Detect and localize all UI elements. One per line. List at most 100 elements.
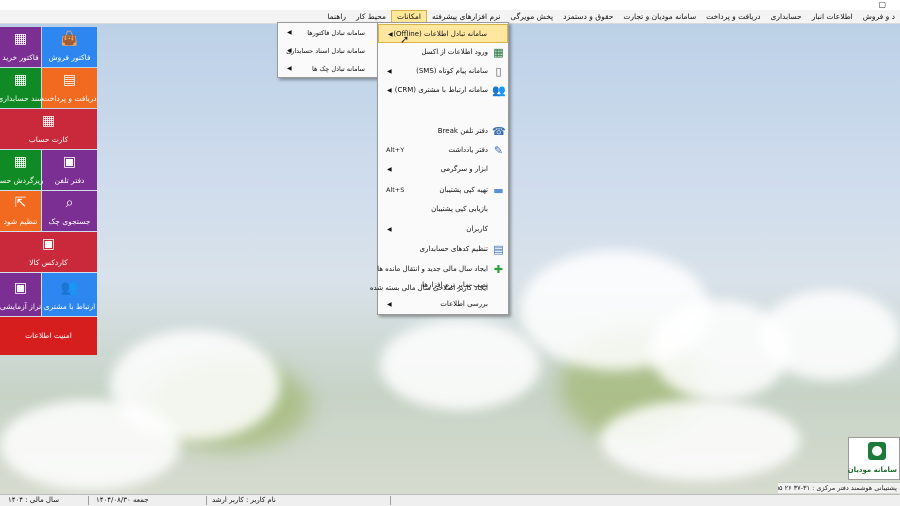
status-fiscal-year: سال مالی : ۱۴۰۴: [8, 496, 60, 504]
squares-icon: ▣: [62, 154, 77, 170]
phone-icon: ▯: [495, 65, 502, 78]
tile-crm[interactable]: 👥 ارتباط با مشتری: [42, 273, 97, 316]
menu-item-label: بررسی اطلاعات: [440, 300, 488, 308]
submenu-arrow-icon: ◀: [287, 47, 292, 54]
squares-icon: ▣: [41, 236, 56, 252]
tile-label: دریافت و پرداخت: [42, 94, 97, 103]
menu-item-excel-import[interactable]: ▦ ورود اطلاعات از اکسل: [378, 43, 508, 62]
submenu-item-doc-exchange[interactable]: سامانه تبادل اسناد حسابداری ◀: [278, 42, 377, 60]
menu-item-check-data[interactable]: بررسی اطلاعات ◀: [378, 295, 508, 314]
menu-inventory[interactable]: اطلاعات انبار: [807, 10, 858, 23]
support-contact: پشتیبانی هوشمند دفتر مرکزی : ۳۱-۳۷ ۲۶ ۵۵…: [778, 482, 900, 493]
tile-accounting-doc[interactable]: ▦ سند حسابداری: [0, 68, 44, 108]
menu-item-label: ابزار و سرگرمی: [440, 165, 488, 173]
table-icon: ▦: [41, 113, 56, 129]
tile-label: کارت حساب: [28, 135, 69, 144]
submenu-arrow-icon: ◀: [287, 65, 292, 72]
tile-label: فاکتور خرید: [2, 53, 39, 62]
menu-accounting[interactable]: حسابداری: [765, 10, 806, 23]
title-bar: ▢: [0, 0, 900, 10]
tile-label: امنیت اطلاعات: [25, 331, 72, 340]
submenu-item-invoice-exchange[interactable]: سامانه تبادل فاکتورها ◀: [278, 24, 377, 42]
tile-kardex[interactable]: ▣ کاردکس کالا: [0, 232, 97, 272]
grid-plus-icon: ▦: [13, 72, 28, 88]
grid-plus-icon: ▦: [13, 31, 28, 47]
external-icon: ⇱: [14, 195, 27, 211]
menu-item-accounting-codes[interactable]: ▤ تنظیم کدهای حسابداری: [378, 240, 508, 259]
note-icon: ✎: [493, 144, 504, 157]
backup-icon: ▬: [493, 184, 504, 197]
tile-settle[interactable]: ⇱ تنظیم شود: [0, 191, 41, 231]
taxpayer-system-logo[interactable]: سامانه مودیان: [848, 437, 900, 480]
menu-item-install-other-software[interactable]: نصب سایر نرم افزارها: [378, 276, 508, 295]
logo-label: سامانه مودیان: [847, 466, 897, 474]
tile-purchase-invoice[interactable]: ▦ فاکتور خرید: [0, 27, 41, 67]
tile-label: کاردکس کالا: [29, 258, 68, 267]
excel-icon: ▦: [493, 46, 504, 59]
menu-receive-pay[interactable]: دریافت و پرداخت: [701, 10, 765, 23]
squares-icon: ▣: [13, 280, 28, 296]
menu-distribution[interactable]: پخش مویرگی: [505, 10, 558, 23]
status-date: جمعه ۱۴۰۴/۰۸/۳۰: [96, 496, 149, 504]
submenu-arrow-icon: ◀: [387, 166, 392, 173]
submenu-item-label: سامانه تبادل فاکتورها: [307, 29, 365, 37]
submenu-arrow-icon: ◀: [387, 301, 392, 308]
mouse-cursor-icon: ➚: [400, 33, 410, 46]
tile-info-security[interactable]: امنیت اطلاعات: [0, 317, 97, 355]
menu-item-label: سامانه پیام کوتاه (SMS): [416, 67, 488, 75]
restore-window-icon[interactable]: ▢: [878, 0, 886, 10]
menu-item-restore-backup[interactable]: بازیابی کپی پشتیبان: [378, 200, 508, 219]
plus-icon: ✚: [493, 263, 504, 276]
menu-item-label: دفتر تلفن Break: [437, 127, 488, 135]
shopping-bag-icon: 👜: [60, 31, 79, 47]
tile-label: ریزگردش حسا: [0, 176, 44, 185]
menu-taxpayer-system[interactable]: سامانه مودیان و تجارت: [618, 10, 701, 23]
tile-sales-invoice[interactable]: 👜 فاکتور فروش: [42, 27, 97, 67]
tile-label: تراز آزمایشی: [0, 302, 42, 311]
background-blossom: [0, 400, 180, 490]
menu-item-label: ورود اطلاعات از اکسل: [421, 48, 488, 56]
menu-payroll[interactable]: حقوق و دستمزد: [558, 10, 618, 23]
tile-account-card[interactable]: ▦ کارت حساب: [0, 109, 97, 149]
emblem-icon: [868, 442, 886, 460]
tile-account-turnover[interactable]: ▦ ریزگردش حسا: [0, 150, 44, 190]
status-bar: سال مالی : ۱۴۰۴ جمعه ۱۴۰۴/۰۸/۳۰ نام کارب…: [0, 494, 900, 506]
menu-item-label: تهیه کپی پشتیبان: [439, 186, 488, 194]
submenu-item-cheque-exchange[interactable]: سامانه تبادل چک ها ◀: [278, 60, 377, 78]
menu-item-phonebook[interactable]: ☎ دفتر تلفن Break: [378, 122, 508, 141]
tile-trial-balance[interactable]: ▣ تراز آزمایشی: [0, 273, 41, 316]
users-icon: 👥: [60, 280, 79, 296]
menu-item-label: دفتر یادداشت: [448, 146, 488, 154]
menu-sales[interactable]: د و فروش: [858, 10, 900, 23]
calculator-icon: ▤: [62, 72, 77, 88]
submenu-arrow-icon: ◀: [387, 87, 392, 94]
background-blossom: [380, 320, 540, 410]
tile-label: فاکتور فروش: [48, 53, 91, 62]
menu-item-label: بازیابی کپی پشتیبان: [431, 205, 488, 213]
menu-item-label: کاربران: [466, 225, 488, 233]
table-icon: ▤: [493, 243, 504, 256]
menu-item-backup[interactable]: ▬ تهیه کپی پشتیبان Alt+S: [378, 181, 508, 200]
menu-item-crm[interactable]: 👥 سامانه ارتباط با مشتری (CRM) ◀: [378, 81, 508, 100]
tile-cheque-search[interactable]: ⌕ جستجوی چک: [42, 191, 97, 231]
submenu-arrow-icon: ◀: [387, 68, 392, 75]
tile-label: جستجوی چک: [48, 217, 91, 226]
features-dropdown-menu: سامانه تبادل اطلاعات (Offline) ◀ ▦ ورود …: [370, 22, 509, 315]
tile-label: ارتباط با مشتری: [43, 302, 96, 311]
status-separator: [88, 496, 89, 505]
menu-item-sms[interactable]: ▯ سامانه پیام کوتاه (SMS) ◀: [378, 62, 508, 81]
status-separator: [206, 496, 207, 505]
background-blossom: [600, 400, 800, 480]
menu-item-notebook[interactable]: ✎ دفتر یادداشت Alt+Y: [378, 141, 508, 160]
tile-receive-pay[interactable]: ▤ دریافت و پرداخت: [42, 68, 97, 108]
menu-item-shortcut: Alt+S: [386, 186, 405, 194]
search-screen-icon: ⌕: [65, 195, 74, 211]
tile-phonebook[interactable]: ▣ دفتر تلفن: [42, 150, 97, 190]
menu-item-users[interactable]: کاربران ◀: [378, 220, 508, 239]
menu-item-offline-exchange[interactable]: سامانه تبادل اطلاعات (Offline) ◀: [378, 24, 508, 43]
status-separator: [390, 496, 391, 505]
menu-item-tools[interactable]: ابزار و سرگرمی ◀: [378, 160, 508, 179]
menu-item-label: نصب سایر نرم افزارها: [422, 281, 488, 289]
phone-book-icon: ☎: [492, 125, 506, 138]
grid-plus-icon: ▦: [13, 154, 28, 170]
